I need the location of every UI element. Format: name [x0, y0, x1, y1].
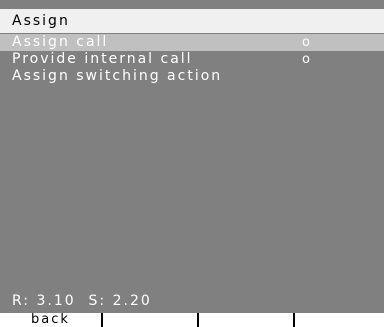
- menu-item-assign-call[interactable]: Assign call o: [0, 34, 384, 51]
- softkey-bar: back: [0, 313, 384, 327]
- softkey-4[interactable]: [295, 313, 384, 327]
- window-title: Assign: [0, 9, 384, 33]
- menu-item-assign-switching-action[interactable]: Assign switching action: [0, 68, 384, 85]
- back-button[interactable]: back: [0, 313, 103, 327]
- status-readout: R: 3.10 S: 2.20: [12, 293, 152, 309]
- menu-item-provide-internal-call[interactable]: Provide internal call o: [0, 51, 384, 68]
- menu-item-label: Assign call: [12, 34, 109, 50]
- menu-item-marker: o: [302, 52, 310, 67]
- menu-list: Assign call o Provide internal call o As…: [0, 34, 384, 85]
- menu-item-label: Assign switching action: [12, 68, 223, 84]
- softkey-3[interactable]: [199, 313, 295, 327]
- softkey-2[interactable]: [103, 313, 199, 327]
- menu-item-marker: o: [302, 35, 310, 50]
- menu-item-label: Provide internal call: [12, 51, 193, 67]
